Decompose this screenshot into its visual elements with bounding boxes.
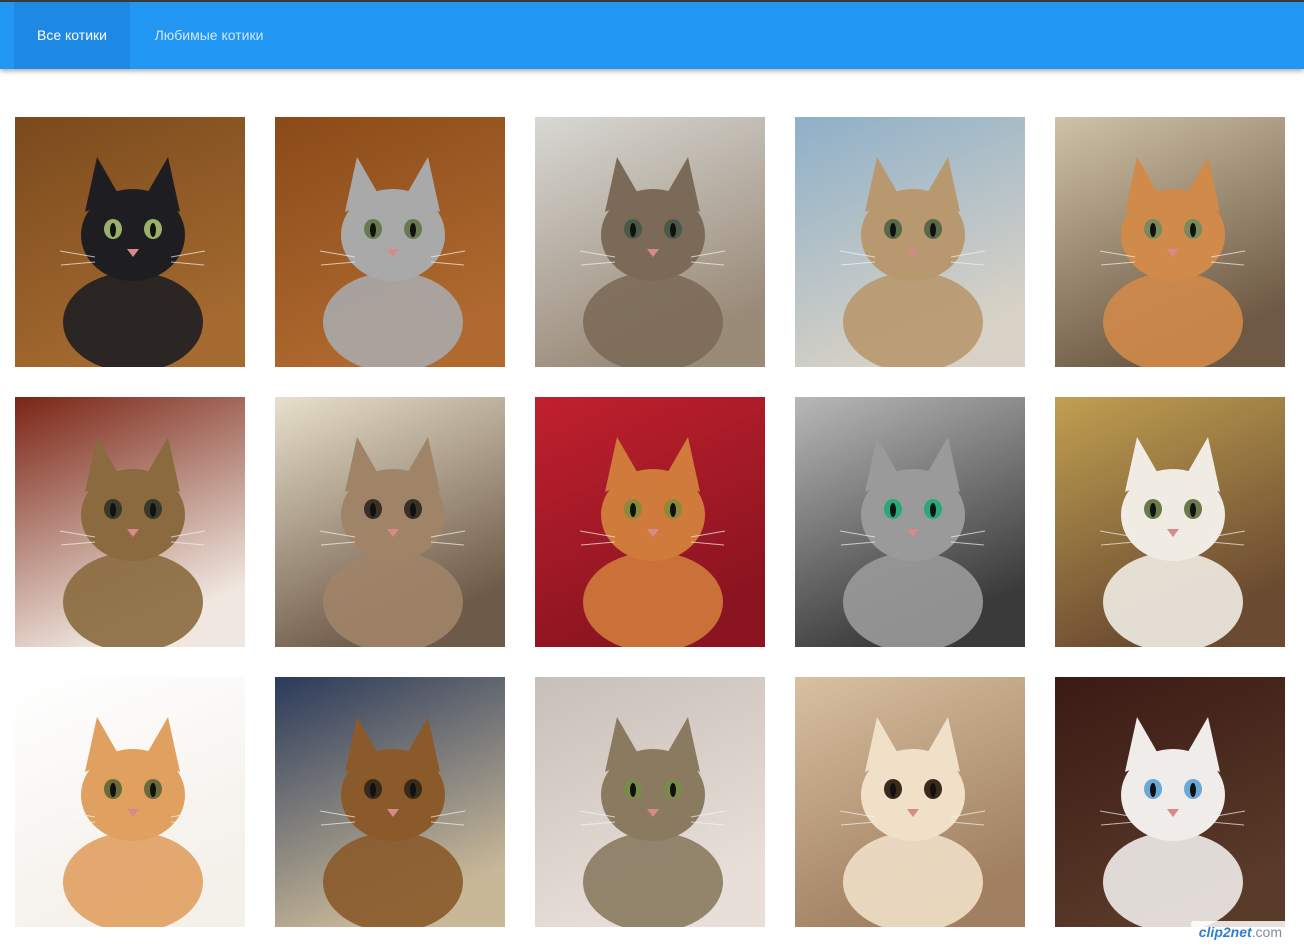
cat-photo[interactable] — [15, 117, 245, 367]
cat-photo-image — [275, 397, 505, 647]
cat-photo[interactable] — [535, 117, 765, 367]
cat-photo-image — [535, 677, 765, 927]
cat-photo[interactable] — [535, 397, 765, 647]
tab-all-cats[interactable]: Все котики — [14, 2, 130, 69]
cat-photo-image — [15, 397, 245, 647]
cat-photo-image — [795, 117, 1025, 367]
top-navbar: Все котики Любимые котики — [0, 2, 1304, 69]
cat-photo[interactable] — [535, 677, 765, 927]
watermark-brand: clip2net — [1198, 924, 1252, 940]
cat-photo[interactable] — [15, 677, 245, 927]
cat-photo-image — [535, 117, 765, 367]
cat-photo[interactable] — [275, 117, 505, 367]
cat-photo-image — [795, 397, 1025, 647]
cat-photo[interactable] — [795, 117, 1025, 367]
cat-photo[interactable] — [795, 677, 1025, 927]
tab-favorite-cats[interactable]: Любимые котики — [130, 2, 288, 69]
cat-photo-image — [1055, 117, 1285, 367]
cat-photo-image — [15, 117, 245, 367]
cat-photo-image — [1055, 677, 1285, 927]
cat-photo-image — [535, 397, 765, 647]
cat-photo-image — [275, 117, 505, 367]
cat-photo[interactable] — [275, 397, 505, 647]
clip2net-watermark: clip2net.com — [1190, 921, 1290, 943]
cat-photo[interactable] — [275, 677, 505, 927]
cat-photo-image — [15, 677, 245, 927]
watermark-suffix: .com — [1251, 924, 1282, 940]
cat-photo-image — [795, 677, 1025, 927]
cat-photo[interactable] — [795, 397, 1025, 647]
cat-photo[interactable] — [15, 397, 245, 647]
cat-gallery — [15, 117, 1285, 927]
cat-photo[interactable] — [1055, 677, 1285, 927]
cat-photo-image — [1055, 397, 1285, 647]
cat-photo[interactable] — [1055, 117, 1285, 367]
cat-photo[interactable] — [1055, 397, 1285, 647]
cat-photo-image — [275, 677, 505, 927]
